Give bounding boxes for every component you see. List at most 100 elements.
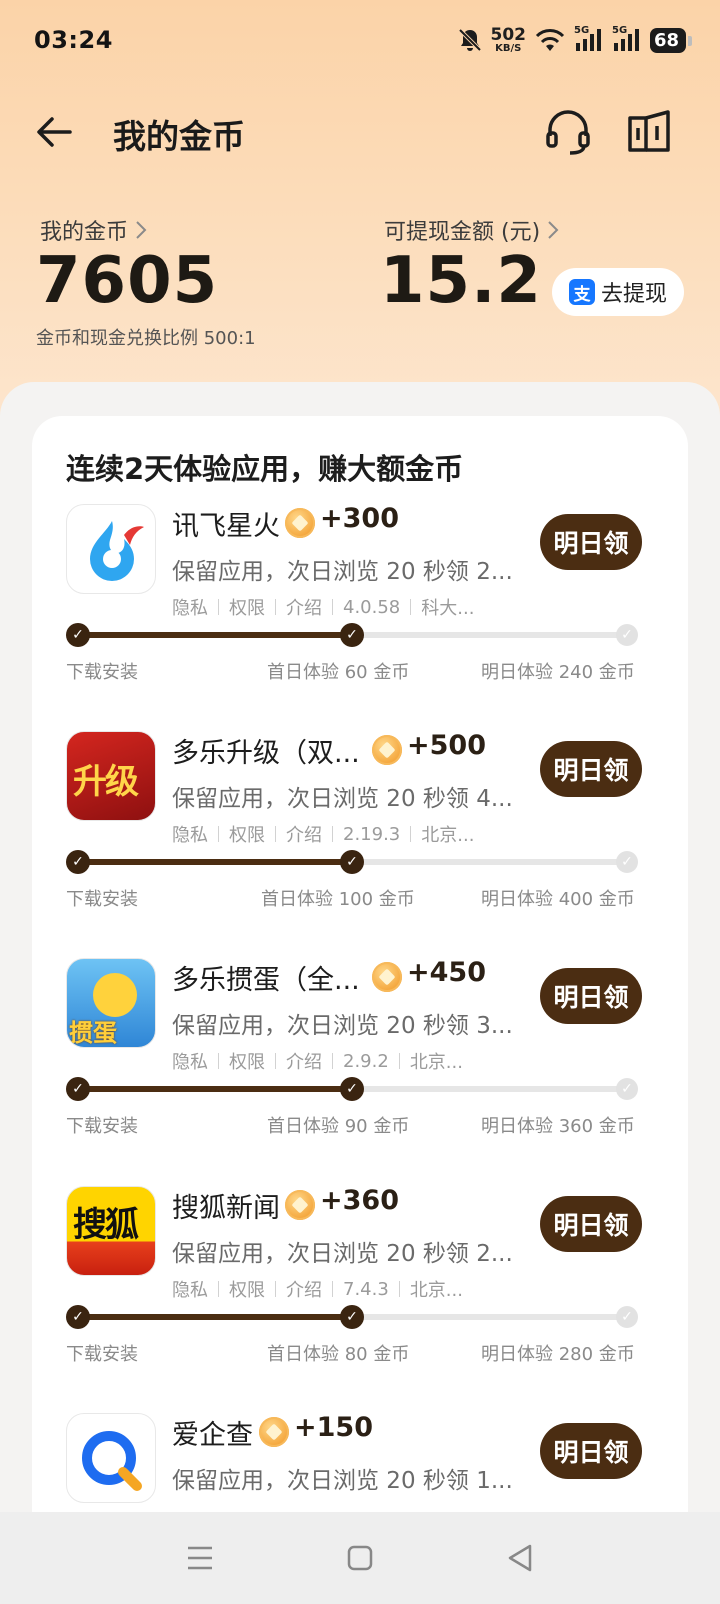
- back-icon[interactable]: [500, 1538, 540, 1578]
- icon-text: 搜狐: [73, 1205, 139, 1245]
- coins-label: 我的金币: [40, 220, 129, 245]
- claim-tomorrow-button[interactable]: 明日领: [540, 968, 642, 1024]
- permissions-link[interactable]: 权限: [229, 594, 265, 620]
- step-label: 首日体验 90 金币: [267, 1116, 410, 1137]
- status-time: 03:24: [34, 26, 113, 54]
- intro-link[interactable]: 介绍: [286, 821, 322, 847]
- app-developer: 北京...: [409, 1052, 463, 1073]
- permissions-link[interactable]: 权限: [229, 1048, 265, 1074]
- list-item: 掼蛋 多乐掼蛋（全... +450 保留应用，次日浏览 20 秒领 3... 隐…: [32, 957, 688, 1178]
- task-progress: ✓ ✓ ✓ 下载安装 首日体验 60 金币 明日体验 240 金币: [32, 622, 688, 683]
- check-icon: ✓: [66, 850, 90, 874]
- step-label: 首日体验 100 金币: [261, 889, 415, 910]
- task-progress: ✓ ✓ ✓ 下载安装 首日体验 100 金币 明日体验 400 金币: [32, 849, 688, 910]
- net-type-2: 5G: [612, 25, 628, 36]
- check-icon: ✓: [616, 1306, 638, 1328]
- reward-amount: +450: [407, 957, 486, 988]
- app-meta: 隐私 权限 介绍 2.9.2 北京...: [172, 1048, 463, 1074]
- check-icon: ✓: [66, 1305, 90, 1329]
- menu-icon[interactable]: [180, 1538, 220, 1578]
- privacy-link[interactable]: 隐私: [172, 1048, 208, 1074]
- headset-icon[interactable]: [542, 106, 594, 158]
- app-description: 保留应用，次日浏览 20 秒领 2...: [172, 1241, 513, 1267]
- progress-fill: [78, 1086, 354, 1092]
- privacy-link[interactable]: 隐私: [172, 821, 208, 847]
- app-icon-guandan[interactable]: 掼蛋: [66, 958, 156, 1048]
- privacy-link[interactable]: 隐私: [172, 1276, 208, 1302]
- list-item: 搜狐 搜狐新闻 +360 保留应用，次日浏览 20 秒领 2... 隐私 权限 …: [32, 1185, 688, 1406]
- app-icon-shengji[interactable]: 升级: [66, 731, 156, 821]
- app-description: 保留应用，次日浏览 20 秒领 2...: [172, 559, 513, 585]
- claim-tomorrow-button[interactable]: 明日领: [540, 514, 642, 570]
- permissions-link[interactable]: 权限: [229, 821, 265, 847]
- back-arrow-icon[interactable]: [30, 108, 78, 156]
- step-label: 下载安装: [66, 1116, 138, 1137]
- task-progress: ✓ ✓ ✓ 下载安装 首日体验 90 金币 明日体验 360 金币: [32, 1076, 688, 1137]
- app-name: 搜狐新闻: [172, 1193, 280, 1224]
- app-description: 保留应用，次日浏览 20 秒领 1...: [172, 1468, 513, 1494]
- exchange-note: 金币和现金兑换比例 500:1: [36, 328, 256, 349]
- step-label: 下载安装: [66, 889, 138, 910]
- app-version: 2.9.2: [343, 1050, 389, 1072]
- app-name: 讯飞星火: [172, 511, 280, 542]
- reward-amount: +150: [294, 1412, 373, 1443]
- coin-icon: [285, 1190, 315, 1220]
- app-icon-sohu[interactable]: 搜狐: [66, 1186, 156, 1276]
- battery-indicator: 68: [650, 27, 692, 53]
- claim-tomorrow-button[interactable]: 明日领: [540, 741, 642, 797]
- task-card: 连续2天体验应用，赚大额金币 讯飞星火 +300 保留应用，次日浏览 20 秒领…: [32, 416, 688, 1604]
- intro-link[interactable]: 介绍: [286, 1276, 322, 1302]
- app-icon-aiqicha[interactable]: [66, 1413, 156, 1503]
- progress-fill: [78, 632, 354, 638]
- net-speed-unit: KB/S: [495, 42, 522, 54]
- cash-label-link[interactable]: 可提现金额 (元): [384, 214, 560, 246]
- step-label: 明日体验 280 金币: [481, 1344, 635, 1365]
- page-header: 我的金币: [0, 96, 720, 168]
- app-version: 7.4.3: [343, 1278, 389, 1300]
- app-meta: 隐私 权限 介绍 2.19.3 北京...: [172, 821, 474, 847]
- coin-icon: [285, 508, 315, 538]
- step-label: 下载安装: [66, 1344, 138, 1365]
- privacy-link[interactable]: 隐私: [172, 594, 208, 620]
- intro-link[interactable]: 介绍: [286, 594, 322, 620]
- app-version: 4.0.58: [343, 596, 401, 618]
- book-icon[interactable]: [624, 106, 676, 158]
- withdraw-label: 去提现: [600, 282, 667, 307]
- coins-value: 7605: [36, 244, 219, 318]
- claim-tomorrow-button[interactable]: 明日领: [540, 1196, 642, 1252]
- app-description: 保留应用，次日浏览 20 秒领 4...: [172, 786, 513, 812]
- chevron-right-icon: [548, 221, 559, 239]
- intro-link[interactable]: 介绍: [286, 1048, 322, 1074]
- reward-amount: +360: [320, 1185, 399, 1216]
- progress-fill: [78, 859, 354, 865]
- coin-icon: [372, 735, 402, 765]
- withdraw-button[interactable]: 支 去提现: [552, 268, 684, 316]
- app-meta: 隐私 权限 介绍 4.0.58 科大...: [172, 594, 474, 620]
- app-icon-xunfei[interactable]: [66, 504, 156, 594]
- net-speed: 502 KB/S: [491, 26, 527, 54]
- chick-icon: [93, 973, 137, 1017]
- step-label: 下载安装: [66, 662, 138, 683]
- icon-text: 掼蛋: [69, 1019, 117, 1047]
- status-icons: 502 KB/S 5G 5G 68: [457, 25, 692, 54]
- bell-muted-icon: [458, 28, 481, 52]
- permissions-link[interactable]: 权限: [229, 1276, 265, 1302]
- coin-icon: [372, 962, 402, 992]
- app-developer: 科大...: [421, 598, 475, 619]
- system-nav-bar: [0, 1512, 720, 1604]
- card-title: 连续2天体验应用，赚大额金币: [66, 452, 464, 486]
- coins-label-link[interactable]: 我的金币: [40, 214, 148, 246]
- app-version: 2.19.3: [343, 823, 401, 845]
- step-label: 明日体验 400 金币: [481, 889, 635, 910]
- status-bar: 03:24 502 KB/S 5G 5G 68: [0, 0, 720, 80]
- check-icon: ✓: [616, 851, 638, 873]
- claim-tomorrow-button[interactable]: 明日领: [540, 1423, 642, 1479]
- home-icon[interactable]: [340, 1538, 380, 1578]
- alipay-icon: 支: [568, 279, 595, 305]
- reward-amount: +500: [407, 730, 486, 761]
- step-label: 首日体验 60 金币: [267, 662, 410, 683]
- task-progress: ✓ ✓ ✓ 下载安装 首日体验 80 金币 明日体验 280 金币: [32, 1304, 688, 1365]
- wifi-icon: [535, 29, 565, 51]
- app-developer: 北京...: [409, 1280, 463, 1301]
- app-name: 多乐掼蛋（全...: [172, 965, 360, 996]
